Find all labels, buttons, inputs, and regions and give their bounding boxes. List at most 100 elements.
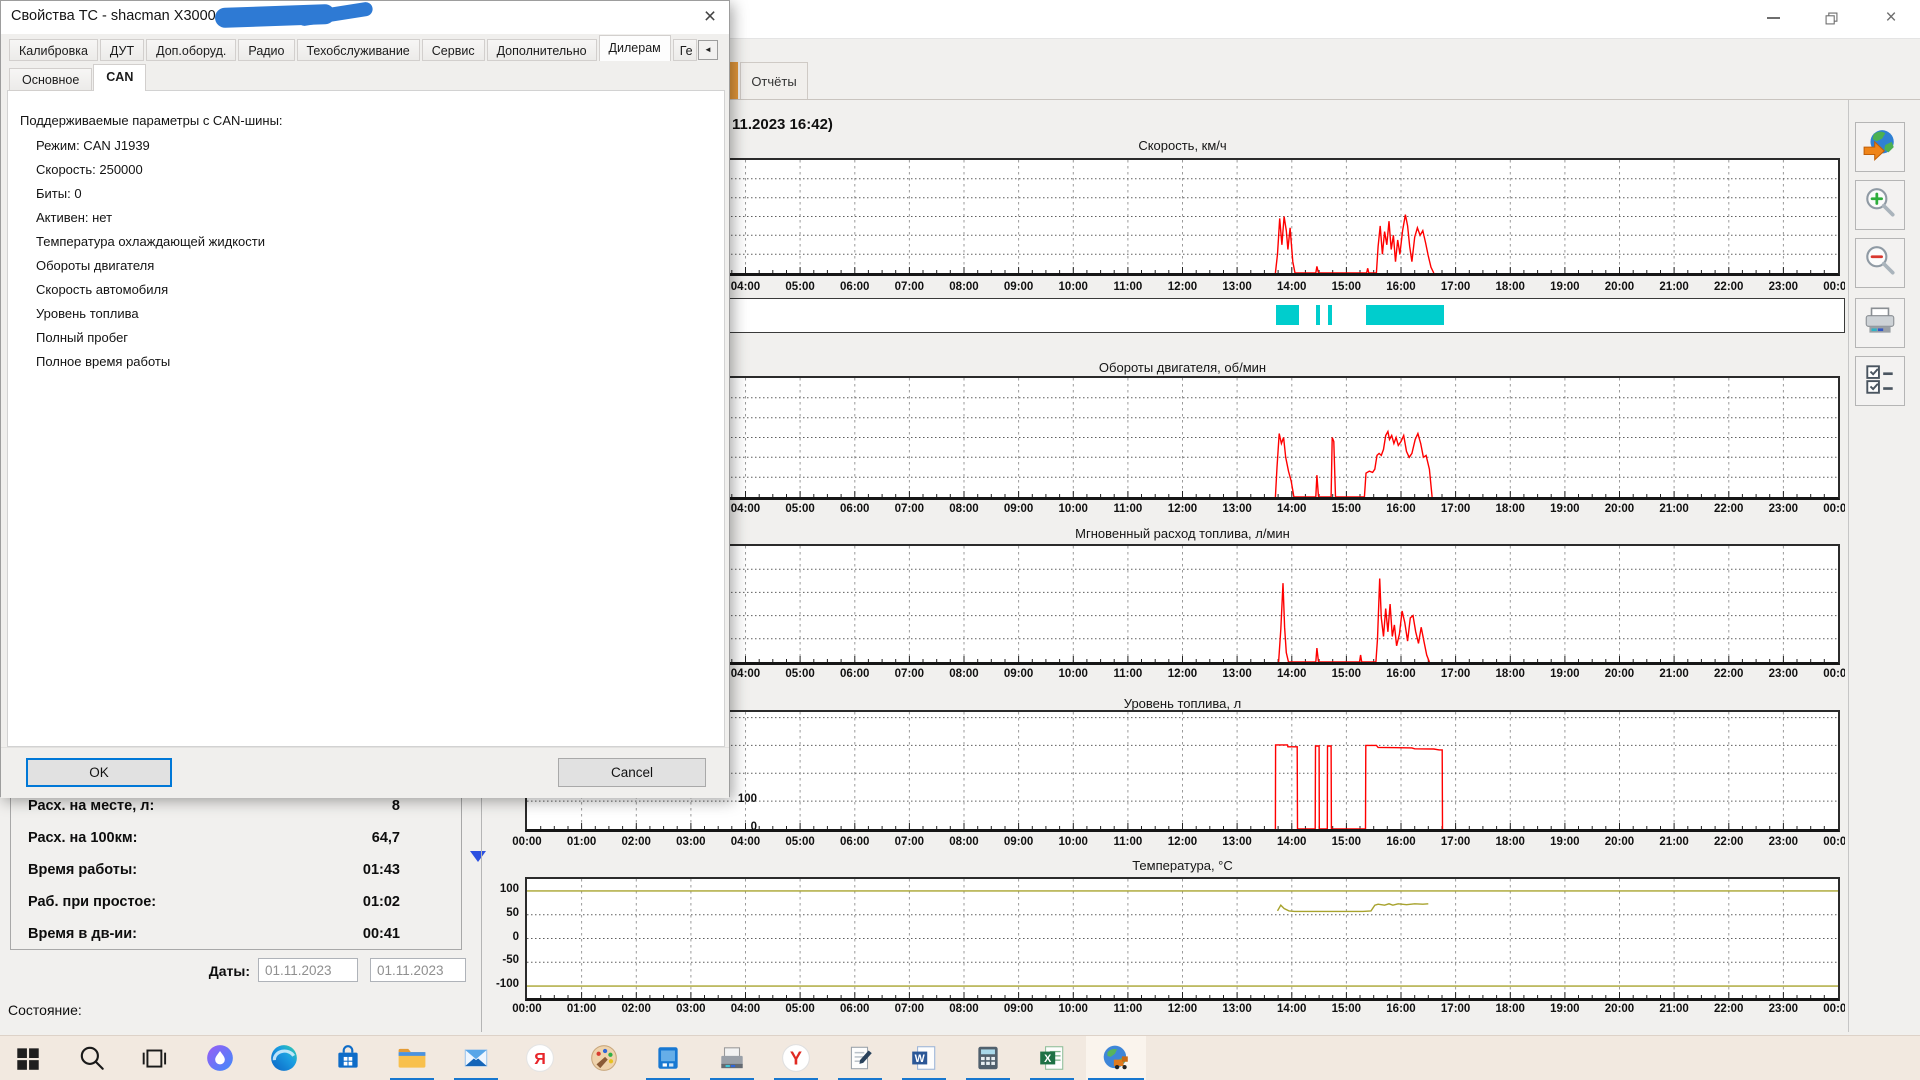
hidden-active-tab-edge: [729, 62, 738, 99]
xaxis-tick-label: 09:00: [997, 836, 1041, 848]
xaxis-tick-label: 08:00: [942, 836, 986, 848]
date-from-input[interactable]: [258, 958, 358, 982]
taskbar-fax-icon[interactable]: [717, 1043, 747, 1073]
taskbar-mail-icon[interactable]: [461, 1043, 491, 1073]
xaxis-tick-label: 02:00: [614, 836, 658, 848]
stat-label: Время работы:: [28, 862, 137, 878]
taskbar-phone-icon[interactable]: [653, 1043, 683, 1073]
taskbar-alice-icon[interactable]: [205, 1043, 235, 1073]
xaxis-tick-label: 09:00: [997, 668, 1041, 680]
xaxis-tick-label: 04:00: [724, 503, 768, 515]
xaxis-tick-label: 09:00: [997, 503, 1041, 515]
xaxis-tick-label: 15:00: [1324, 836, 1368, 848]
xaxis-tick-label: 05:00: [778, 668, 822, 680]
xaxis-tick-label: 19:00: [1543, 503, 1587, 515]
report-options-button[interactable]: [1855, 356, 1905, 406]
dialog-tab-7[interactable]: Дополнительно: [487, 39, 597, 61]
taskbar-notes-icon[interactable]: [845, 1043, 875, 1073]
dialog-title: Свойства ТС - shacman X3000 (8: [11, 8, 233, 24]
temperature-chart-plot[interactable]: [525, 877, 1840, 1001]
date-to-input[interactable]: [370, 958, 466, 982]
zoom-out-button[interactable]: [1855, 238, 1905, 288]
temperature-chart-ytick-label: 0: [462, 931, 519, 943]
xaxis-tick-label: 06:00: [833, 503, 877, 515]
xaxis-tick-label: 09:00: [997, 1003, 1041, 1015]
xaxis-tick-label: 14:00: [1270, 503, 1314, 515]
dialog-tab-4[interactable]: Радио: [238, 39, 294, 61]
xaxis-tick-label: 08:00: [942, 503, 986, 515]
stat-value: 00:41: [363, 926, 400, 942]
dialog-close-icon[interactable]: ×: [695, 3, 725, 31]
taskbar-yandex-icon[interactable]: Я: [525, 1043, 555, 1073]
dialog-titlebar[interactable]: Свойства ТС - shacman X3000 (8 ×: [1, 1, 729, 34]
dialog-tab-2[interactable]: ДУТ: [100, 39, 144, 61]
taskbar-excel-icon[interactable]: X: [1037, 1043, 1067, 1073]
dialog-tab-1[interactable]: Калибровка: [9, 39, 98, 61]
print-button[interactable]: [1855, 298, 1905, 348]
xaxis-tick-label: 20:00: [1598, 1003, 1642, 1015]
xaxis-tick-label: 10:00: [1051, 1003, 1095, 1015]
map-icon: [1862, 127, 1898, 168]
xaxis-tick-label: 21:00: [1652, 668, 1696, 680]
dialog-subtab-bar: ОсновноеCAN: [9, 64, 147, 91]
xaxis-tick-label: 22:00: [1707, 668, 1751, 680]
xaxis-tick-label: 17:00: [1434, 668, 1478, 680]
taskbar-search-icon[interactable]: [77, 1043, 107, 1073]
taskbar-paint-icon[interactable]: [589, 1043, 619, 1073]
xaxis-tick-label: 11:00: [1106, 1003, 1150, 1015]
xaxis-tick-label: 14:00: [1270, 1003, 1314, 1015]
dialog-tab-6[interactable]: Сервис: [422, 39, 485, 61]
xaxis-tick-label: 06:00: [833, 1003, 877, 1015]
ok-button[interactable]: OK: [26, 758, 172, 787]
taskbar: ЯYWX ∧ РУС 19:15 01.11.2023 2: [0, 1035, 1920, 1080]
xaxis-tick-label: 12:00: [1161, 836, 1205, 848]
taskbar-store-icon[interactable]: [333, 1043, 363, 1073]
taskbar-edge-icon[interactable]: [269, 1043, 299, 1073]
xaxis-tick-label: 20:00: [1598, 503, 1642, 515]
taskbar-start-icon[interactable]: [13, 1043, 43, 1073]
vehicle-properties-dialog: Свойства ТС - shacman X3000 (8 × Калибро…: [0, 0, 730, 797]
xaxis-tick-label: 21:00: [1652, 1003, 1696, 1015]
tabstrip-divider: [730, 99, 1920, 100]
taskbar-word-icon[interactable]: W: [909, 1043, 939, 1073]
taskbar-calculator-icon[interactable]: [973, 1043, 1003, 1073]
tab-scroll-left-button[interactable]: ◄: [698, 40, 718, 60]
tab-reports[interactable]: Отчёты: [740, 62, 808, 99]
fuel-level-chart-ytick-label: 0: [700, 821, 757, 833]
xaxis-tick-label: 12:00: [1161, 1003, 1205, 1015]
dialog-subtab-can[interactable]: CAN: [93, 64, 146, 91]
movement-interval-bar: [1316, 305, 1320, 325]
xaxis-tick-label: 12:00: [1161, 503, 1205, 515]
xaxis-tick-label: 00:00: [1816, 1003, 1845, 1015]
xaxis-tick-label: 19:00: [1543, 281, 1587, 293]
temperature-chart-title: Температура, °C: [527, 858, 1838, 873]
cancel-button[interactable]: Cancel: [558, 758, 706, 787]
restore-icon[interactable]: [1816, 6, 1846, 30]
xaxis-tick-label: 03:00: [669, 836, 713, 848]
dialog-tab-5[interactable]: Техобслуживание: [297, 39, 420, 61]
taskbar-ybrowser-icon[interactable]: Y: [781, 1043, 811, 1073]
minimize-icon[interactable]: [1758, 6, 1788, 30]
xaxis-tick-label: 06:00: [833, 668, 877, 680]
dialog-tab-3[interactable]: Доп.оборуд.: [146, 39, 236, 61]
taskbar-monitoring-icon[interactable]: [1101, 1043, 1131, 1073]
dialog-subtab-основное[interactable]: Основное: [9, 68, 92, 91]
map-button[interactable]: [1855, 122, 1905, 172]
xaxis-tick-label: 13:00: [1215, 503, 1259, 515]
xaxis-tick-label: 07:00: [887, 503, 931, 515]
close-icon[interactable]: ×: [1876, 6, 1906, 30]
xaxis-tick-label: 15:00: [1324, 281, 1368, 293]
dialog-tab-9[interactable]: Ге: [673, 39, 697, 61]
taskbar-explorer-icon[interactable]: [397, 1043, 427, 1073]
xaxis-tick-label: 09:00: [997, 281, 1041, 293]
toolbar-divider: [1848, 100, 1849, 1032]
xaxis-tick-label: 11:00: [1106, 281, 1150, 293]
report-options-icon: [1862, 361, 1898, 402]
zoom-in-button[interactable]: [1855, 180, 1905, 230]
xaxis-tick-label: 19:00: [1543, 1003, 1587, 1015]
stat-value: 64,7: [372, 830, 400, 846]
xaxis-tick-label: 14:00: [1270, 281, 1314, 293]
dialog-tab-8[interactable]: Дилерам: [599, 35, 671, 61]
xaxis-tick-label: 20:00: [1598, 668, 1642, 680]
taskbar-task-view-icon[interactable]: [141, 1043, 171, 1073]
